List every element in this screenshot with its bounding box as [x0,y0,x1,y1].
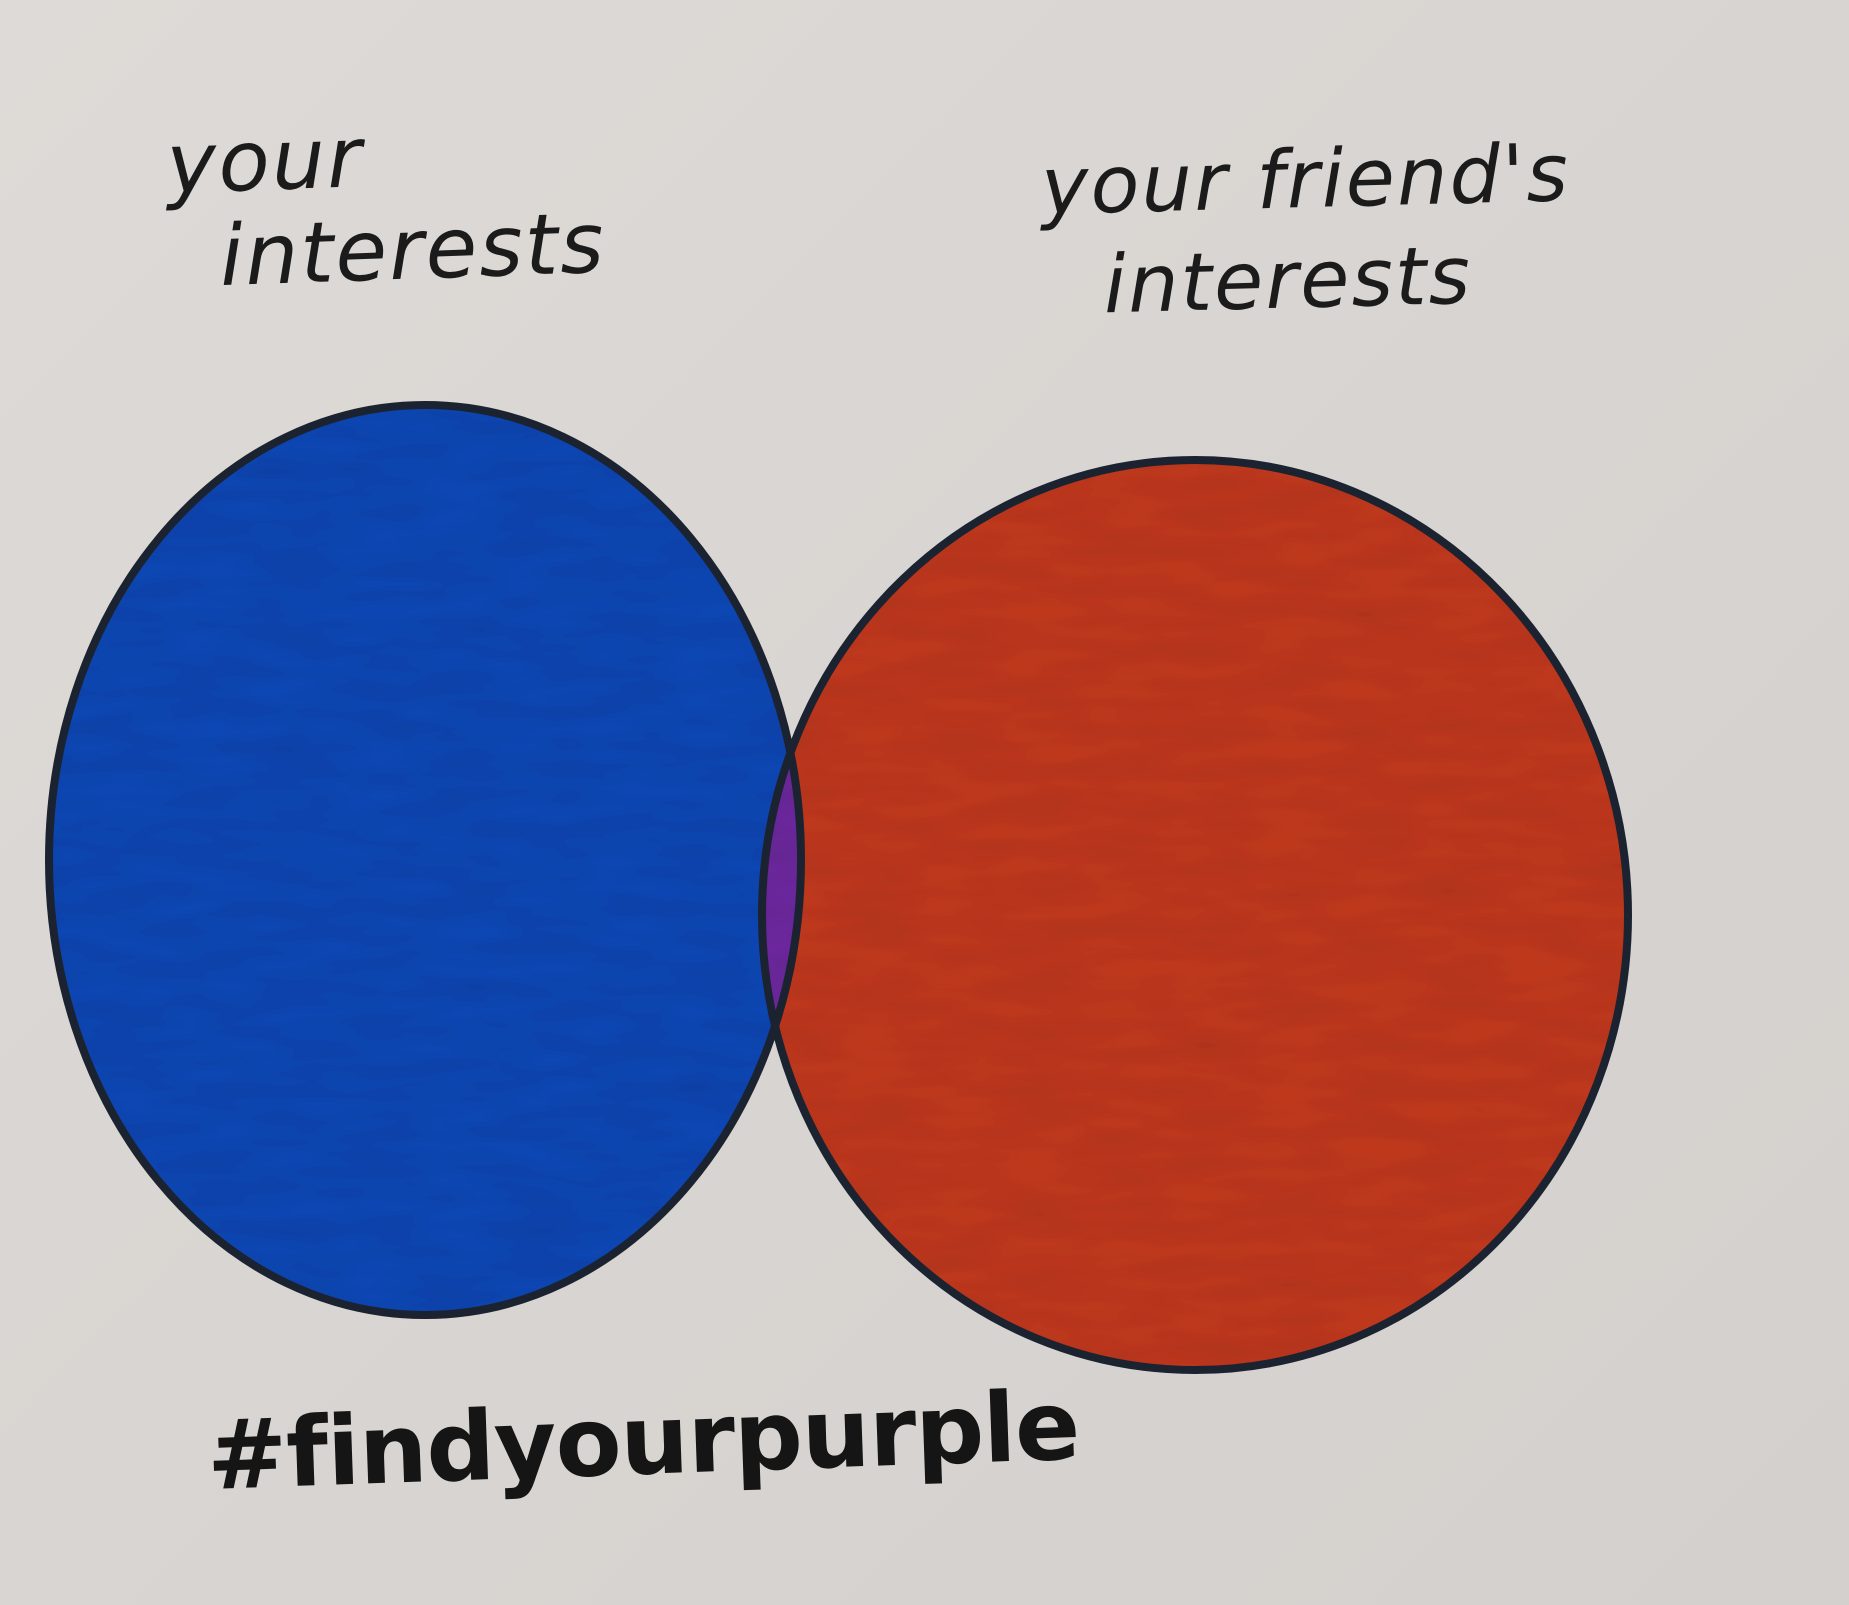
left-set-circle [49,405,801,1315]
left-set-label-line2: interests [218,193,608,306]
right-set-label: your friend's interests [1040,126,1574,332]
right-set-label-line2: interests [1102,228,1474,332]
right-set-label-line1: your friend's [1039,126,1572,233]
paper-background: your interests your friend's interests #… [0,0,1849,1605]
right-set-circle [762,460,1628,1370]
left-set-label: your interests [164,105,608,306]
left-set-label-line1: your [164,108,366,213]
